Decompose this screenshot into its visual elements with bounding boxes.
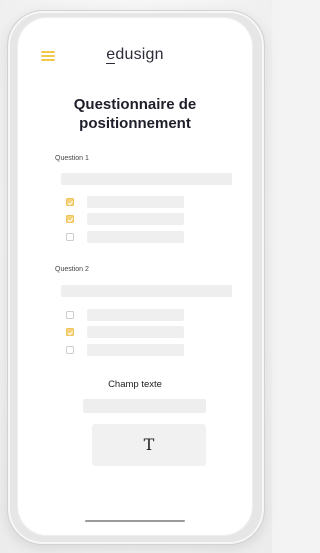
option-text-placeholder — [87, 309, 184, 321]
option-text-placeholder — [87, 213, 184, 225]
text-type-icon: T — [143, 435, 155, 454]
question-1-label: Question 1 — [55, 155, 89, 162]
checkbox-checked[interactable] — [66, 328, 74, 336]
question-2-text-placeholder — [61, 285, 232, 297]
edusign-logo: edusign — [106, 46, 164, 64]
home-indicator — [85, 520, 185, 522]
page-title: Questionnaire de positionnement — [73, 96, 197, 132]
option-text-placeholder — [87, 326, 184, 338]
question-2-label: Question 2 — [55, 266, 89, 273]
phone-screen: edusign Questionnaire de positionnement … — [17, 17, 253, 536]
text-field-label: Champ texte — [108, 379, 162, 390]
question-2-option-2[interactable] — [66, 326, 184, 338]
option-text-placeholder — [87, 344, 184, 356]
app-header: edusign — [17, 45, 253, 67]
text-field-input[interactable]: T — [92, 424, 206, 466]
question-2-option-1[interactable] — [66, 309, 184, 321]
checkbox-unchecked[interactable] — [66, 346, 74, 354]
checkbox-unchecked[interactable] — [66, 311, 74, 319]
option-text-placeholder — [87, 196, 184, 208]
question-1-option-3[interactable] — [66, 231, 184, 243]
checkbox-unchecked[interactable] — [66, 233, 74, 241]
checkbox-checked[interactable] — [66, 198, 74, 206]
question-1-option-2[interactable] — [66, 213, 184, 225]
text-field-placeholder — [83, 399, 206, 413]
option-text-placeholder — [87, 231, 184, 243]
question-2-option-3[interactable] — [66, 344, 184, 356]
checkbox-checked[interactable] — [66, 215, 74, 223]
question-1-option-1[interactable] — [66, 196, 184, 208]
question-1-text-placeholder — [61, 173, 232, 185]
